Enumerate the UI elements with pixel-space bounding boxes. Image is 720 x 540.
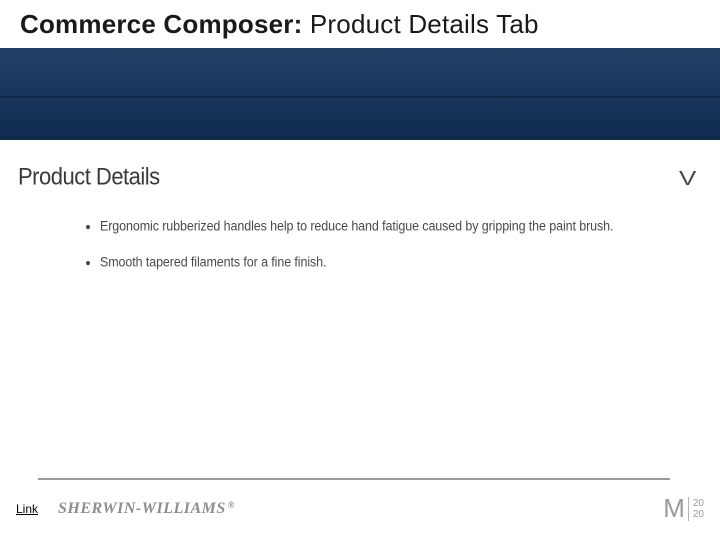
page-title: Commerce Composer: Product Details Tab xyxy=(20,9,539,40)
m2020-year: 20 20 xyxy=(693,498,704,520)
list-item: Ergonomic rubberized handles help to red… xyxy=(100,218,666,233)
footer: Link SHERWIN-WILLIAMS® M 20 20 xyxy=(16,478,704,524)
sherwin-williams-logo: SHERWIN-WILLIAMS® xyxy=(58,500,235,518)
m2020-year-top: 20 xyxy=(693,498,704,509)
panel-bullets: Ergonomic rubberized handles help to red… xyxy=(14,219,706,269)
footer-inner: Link SHERWIN-WILLIAMS® M 20 20 xyxy=(16,494,704,524)
list-item: Smooth tapered filaments for a fine fini… xyxy=(100,254,666,269)
chevron-down-icon[interactable]: V xyxy=(679,168,696,191)
product-details-panel: Product Details V Ergonomic rubberized h… xyxy=(14,160,706,420)
footer-link[interactable]: Link xyxy=(16,502,38,516)
panel-header[interactable]: Product Details V xyxy=(14,160,706,193)
title-bar: Commerce Composer: Product Details Tab xyxy=(0,0,720,48)
m2020-logo: M 20 20 xyxy=(663,493,704,524)
m2020-m: M xyxy=(663,493,684,524)
panel-title: Product Details xyxy=(18,163,160,192)
m2020-year-bottom: 20 xyxy=(693,509,704,520)
title-rest: Product Details Tab xyxy=(310,9,539,39)
registered-icon: ® xyxy=(228,500,235,510)
footer-divider xyxy=(38,478,670,480)
brand-text: SHERWIN-WILLIAMS xyxy=(58,500,226,518)
slide: Commerce Composer: Product Details Tab P… xyxy=(0,0,720,540)
m2020-divider xyxy=(688,497,689,521)
title-strong: Commerce Composer: xyxy=(20,9,310,39)
header-accent-line xyxy=(0,96,720,98)
header-band: Commerce Composer: Product Details Tab xyxy=(0,0,720,140)
